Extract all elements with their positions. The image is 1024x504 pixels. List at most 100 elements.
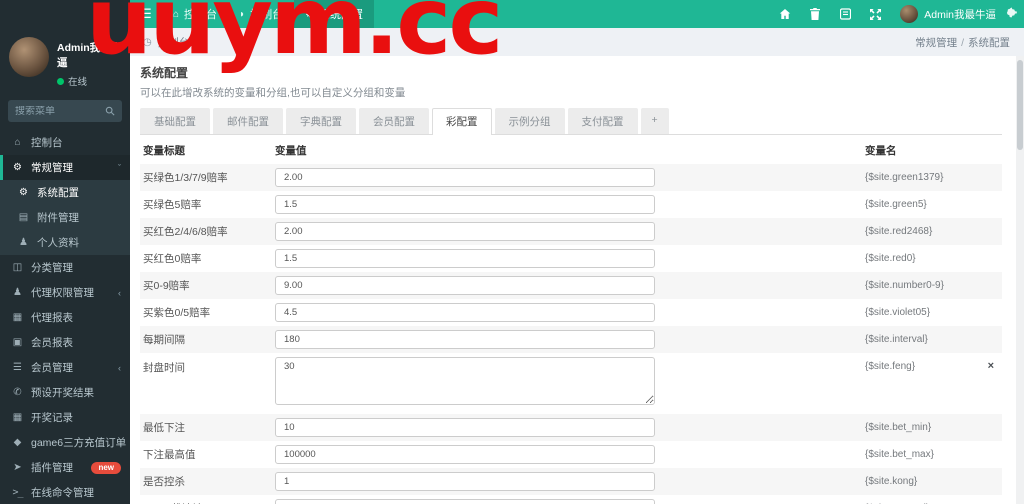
- table-header: 变量标题 变量值 变量名: [140, 135, 1002, 164]
- tab-示例分组[interactable]: 示例分组: [494, 108, 565, 134]
- sidebar-item-label: 代理报表: [31, 312, 73, 324]
- sidebar-item-开奖记录[interactable]: ▦ 开奖记录: [0, 405, 130, 430]
- variable-name: {$site.kong}: [865, 476, 918, 487]
- add-tab-button[interactable]: +: [640, 108, 669, 134]
- value-input[interactable]: [275, 418, 655, 437]
- tab-基础配置[interactable]: 基础配置: [140, 108, 210, 134]
- scrollbar-thumb[interactable]: [1017, 60, 1023, 150]
- trash-icon[interactable]: [800, 0, 830, 28]
- config-panel: 系统配置 可以在此增改系统的变量和分组,也可以自定义分组和变量 基础配置 邮件配置…: [130, 56, 1016, 504]
- sidebar-item-插件管理[interactable]: ➤ 插件管理 new: [0, 455, 130, 480]
- row-value-cell: [275, 418, 865, 437]
- search-input[interactable]: [15, 105, 105, 117]
- row-value-cell: [275, 357, 865, 408]
- row-label: 是否控杀: [143, 476, 185, 488]
- chevron-left-icon: ‹: [118, 287, 121, 298]
- tab-支付配置[interactable]: 支付配置: [567, 108, 638, 134]
- config-row: 买0-9赔率 {$site.number0-9}: [140, 272, 1002, 299]
- sidebar-item-label: 附件管理: [37, 212, 79, 224]
- remove-row-icon[interactable]: ×: [988, 360, 994, 372]
- cogs-icon: ⚙: [13, 162, 22, 173]
- value-input[interactable]: [275, 499, 655, 504]
- sidebar-item-附件管理[interactable]: ▤ 附件管理: [0, 205, 130, 230]
- row-value-cell: [275, 222, 865, 241]
- sidebar-item-label: 控制台: [31, 137, 63, 149]
- sidebar-item-label: 在线命令管理: [31, 487, 94, 499]
- value-input[interactable]: [275, 168, 655, 187]
- config-row: 最低下注 {$site.bet_min}: [140, 414, 1002, 441]
- topbar-user-name: Admin我最牛逼: [924, 8, 996, 21]
- topbar-user-menu[interactable]: Admin我最牛逼: [890, 5, 1006, 23]
- value-input[interactable]: [275, 357, 655, 405]
- row-value-cell: [275, 472, 865, 491]
- tab-彩配置[interactable]: 彩配置: [432, 108, 492, 135]
- sidebar-item-在线命令管理[interactable]: >_ 在线命令管理: [0, 480, 130, 504]
- row-label: 买0-9赔率: [143, 280, 190, 292]
- topnav-tab-1[interactable]: ◗ 控制台: [228, 0, 294, 28]
- value-input[interactable]: [275, 195, 655, 214]
- sidebar-item-控制台[interactable]: ⌂ 控制台: [0, 130, 130, 155]
- scrollbar[interactable]: [1016, 56, 1024, 504]
- tab-邮件配置[interactable]: 邮件配置: [213, 108, 283, 134]
- config-row: 下注最高值 {$site.bet_max}: [140, 441, 1002, 468]
- sidebar-item-常规管理[interactable]: ⚙ 常规管理 ˇ: [0, 155, 130, 180]
- list-icon: ☰: [13, 362, 22, 373]
- row-value-cell: [275, 195, 865, 214]
- variable-name: {$site.violet05}: [865, 307, 931, 318]
- phone-icon: ✆: [13, 387, 22, 398]
- row-label: 封盘时间: [143, 362, 185, 374]
- admin-app: uuym.cc ☰ ⌂ 控制台 ◗ 控制台 ⚙ 系统配置 Admin我最牛逼 Admin我…: [0, 0, 1024, 504]
- row-var-cell: {$site.bet_min}: [865, 422, 1002, 433]
- sidebar-user-name: Admin我最牛逼: [57, 42, 122, 69]
- value-input[interactable]: [275, 276, 655, 295]
- topnav-tabs: ⌂ 控制台 ◗ 控制台 ⚙ 系统配置: [162, 0, 375, 28]
- gear-icon[interactable]: [1006, 5, 1022, 23]
- variable-name: {$site.red0}: [865, 253, 916, 264]
- sidebar-user-status: 在线: [57, 74, 122, 88]
- value-input[interactable]: [275, 472, 655, 491]
- row-label: 每期间隔: [143, 334, 185, 346]
- sidebar-item-个人资料[interactable]: ♟ 个人资料: [0, 230, 130, 255]
- sidebar-item-会员报表[interactable]: ▣ 会员报表: [0, 330, 130, 355]
- sidebar-menu: ⌂ 控制台 ⚙ 常规管理 ˇ ⚙ 系统配置 ▤ 附件管理 ♟ 个人资料 ◫ 分类管理 ♟ 代理权限管理 ‹ ▦ 代…: [0, 130, 130, 504]
- value-input[interactable]: [275, 330, 655, 349]
- terminal-icon: >_: [12, 487, 23, 498]
- sidebar-item-系统配置[interactable]: ⚙ 系统配置: [0, 180, 130, 205]
- avatar[interactable]: [9, 37, 49, 77]
- tab-字典配置[interactable]: 字典配置: [286, 108, 356, 134]
- sidebar-item-会员管理[interactable]: ☰ 会员管理 ‹: [0, 355, 130, 380]
- topbar: ☰ ⌂ 控制台 ◗ 控制台 ⚙ 系统配置 Admin我最牛逼: [0, 0, 1024, 28]
- sidebar-item-label: 系统配置: [37, 187, 79, 199]
- value-input[interactable]: [275, 222, 655, 241]
- main-area: ◷ 控制台 常规管理 / 系统配置 系统配置 可以在此增改系统的变量和分组,也可以自…: [130, 28, 1024, 504]
- brand-logo: [0, 0, 130, 28]
- sidebar-item-game6三方充值订单[interactable]: ◆ game6三方充值订单: [0, 430, 130, 455]
- sidebar-item-分类管理[interactable]: ◫ 分类管理: [0, 255, 130, 280]
- sidebar-item-代理权限管理[interactable]: ♟ 代理权限管理 ‹: [0, 280, 130, 305]
- search-icon: [105, 106, 115, 116]
- config-row: app下载地址{$site.app_url}: [140, 495, 1002, 504]
- fullscreen-icon[interactable]: [860, 0, 890, 28]
- value-input[interactable]: [275, 249, 655, 268]
- docs-icon[interactable]: [830, 0, 860, 28]
- row-value-cell: [275, 168, 865, 187]
- tab-会员配置[interactable]: 会员配置: [359, 108, 429, 134]
- sidebar-item-代理报表[interactable]: ▦ 代理报表: [0, 305, 130, 330]
- home-icon[interactable]: [770, 0, 800, 28]
- dashboard-icon: ◗: [239, 8, 246, 20]
- home-icon: ⌂: [173, 8, 180, 20]
- row-label: 买红色0赔率: [143, 253, 202, 265]
- sidebar-toggle-icon[interactable]: ☰: [130, 0, 162, 28]
- topnav-tab-0[interactable]: ⌂ 控制台: [162, 0, 228, 28]
- new-badge: new: [91, 461, 121, 474]
- value-input[interactable]: [275, 303, 655, 322]
- sidebar: Admin我最牛逼 在线 ⌂ 控制台 ⚙ 常规管理 ˇ ⚙ 系统配置 ▤ 附件管理 ♟ 个人资料 ◫ 分…: [0, 28, 130, 504]
- sidebar-item-label: 插件管理: [31, 462, 73, 474]
- breadcrumb-parent[interactable]: 常规管理: [915, 37, 957, 49]
- sidebar-item-预设开奖结果[interactable]: ✆ 预设开奖结果: [0, 380, 130, 405]
- value-input[interactable]: [275, 445, 655, 464]
- submenu-常规管理: ⚙ 系统配置 ▤ 附件管理 ♟ 个人资料: [0, 180, 130, 255]
- variable-name: {$site.feng}: [865, 360, 916, 372]
- topnav-tab-2[interactable]: ⚙ 系统配置: [294, 0, 375, 28]
- row-var-cell: {$site.number0-9}: [865, 280, 1002, 291]
